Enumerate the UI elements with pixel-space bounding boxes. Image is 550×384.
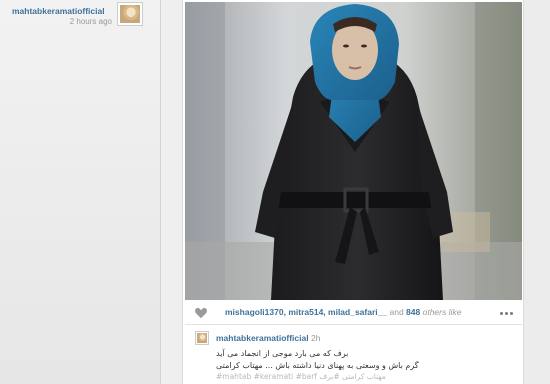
author-username[interactable]: mahtabkeramatiofficial [12,6,112,16]
author-avatar[interactable] [117,2,143,26]
caption-username[interactable]: mahtabkeramatiofficial [216,333,309,343]
likes-summary: mishagoli1370, mitra514, milad_safari__ … [225,307,462,317]
card-gutter [161,0,182,384]
likes-more-text: others like [422,307,462,317]
avatar-image [197,333,207,343]
caption-time: 2h [310,333,321,343]
caption-header: mahtabkeramatiofficial 2h [216,333,320,343]
likes-and-text: and [389,307,404,317]
post-photo[interactable] [185,2,522,300]
caption-line-2: گرم باش و وسعتی به پهنای دنیا داشته باش … [216,361,419,370]
more-dot [504,311,508,315]
left-sidebar [0,0,160,384]
more-options-icon[interactable] [492,305,520,321]
post-actions-bar: mishagoli1370, mitra514, milad_safari__ … [185,302,522,325]
like-user-1[interactable]: mishagoli1370 [225,307,284,317]
heart-icon[interactable] [194,306,208,320]
post-card: mishagoli1370, mitra514, milad_safari__ … [182,0,524,384]
caption-line-1: برف که می بارد موجی از انجماد می آید [216,349,349,358]
like-user-3[interactable]: milad_safari__ [328,307,387,317]
avatar-image [120,5,140,23]
photo-illustration [185,2,522,300]
right-gutter [524,0,550,384]
more-dot [509,311,513,315]
caption-avatar[interactable] [195,331,209,345]
like-user-2[interactable]: mitra514 [288,307,323,317]
more-dot [499,311,503,315]
post-author-header: mahtabkeramatiofficial 2 hours ago [12,6,112,26]
post-timestamp: 2 hours ago [69,17,112,26]
likes-count[interactable]: 848 [406,307,420,317]
caption-hashtags[interactable]: #mahtab #keramati #barf مهتاب کرامتی #بر… [216,372,386,381]
